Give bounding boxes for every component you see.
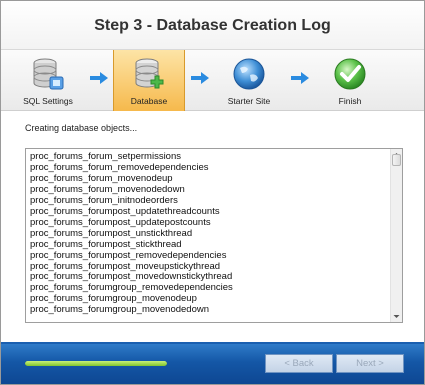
step-starter-site: Starter Site xyxy=(213,50,285,111)
progress-bar xyxy=(25,361,167,366)
back-button[interactable]: < Back xyxy=(265,354,333,373)
scrollbar-thumb[interactable] xyxy=(392,154,401,166)
header: Step 3 - Database Creation Log xyxy=(1,1,424,49)
vertical-scrollbar[interactable] xyxy=(390,149,402,322)
log-box[interactable]: proc_forums_forum_setpermissions proc_for… xyxy=(25,148,403,323)
installer-window: Step 3 - Database Creation Log SQL Setti… xyxy=(0,0,425,385)
step-sql-settings: SQL Settings xyxy=(13,50,83,111)
log-list: proc_forums_forum_setpermissions proc_for… xyxy=(30,151,388,316)
page-title: Step 3 - Database Creation Log xyxy=(94,17,331,34)
next-button[interactable]: Next > xyxy=(336,354,404,373)
main-content: Creating database objects... proc_forums… xyxy=(1,112,424,342)
step-label: SQL Settings xyxy=(23,96,73,106)
arrow-right-icon xyxy=(291,72,309,84)
log-line: proc_forums_forumgroup_movenodedown xyxy=(30,304,210,316)
log-line: proc_forums_forumpost_stickthread xyxy=(30,238,182,250)
step-database: Database xyxy=(113,50,185,111)
globe-icon xyxy=(231,56,267,92)
scroll-down-arrow-icon[interactable] xyxy=(391,311,402,322)
database-server-icon xyxy=(30,56,66,92)
log-line: proc_forums_forumpost_unstickthread xyxy=(30,227,193,239)
step-label: Finish xyxy=(338,96,362,106)
progress-fill xyxy=(25,361,167,366)
step-bar: SQL Settings Database Starter Site Finis… xyxy=(1,49,424,111)
database-add-icon xyxy=(131,56,167,92)
footer-bar: < Back Next > xyxy=(1,342,424,384)
checkmark-icon xyxy=(332,56,368,92)
log-line: proc_forums_forumpost_removedependencies xyxy=(30,249,227,261)
step-label: Starter Site xyxy=(227,96,271,106)
status-text: Creating database objects... xyxy=(25,123,138,133)
arrow-right-icon xyxy=(90,72,108,84)
arrow-right-icon xyxy=(191,72,209,84)
step-label: Database xyxy=(130,96,168,106)
step-finish: Finish xyxy=(314,50,386,111)
